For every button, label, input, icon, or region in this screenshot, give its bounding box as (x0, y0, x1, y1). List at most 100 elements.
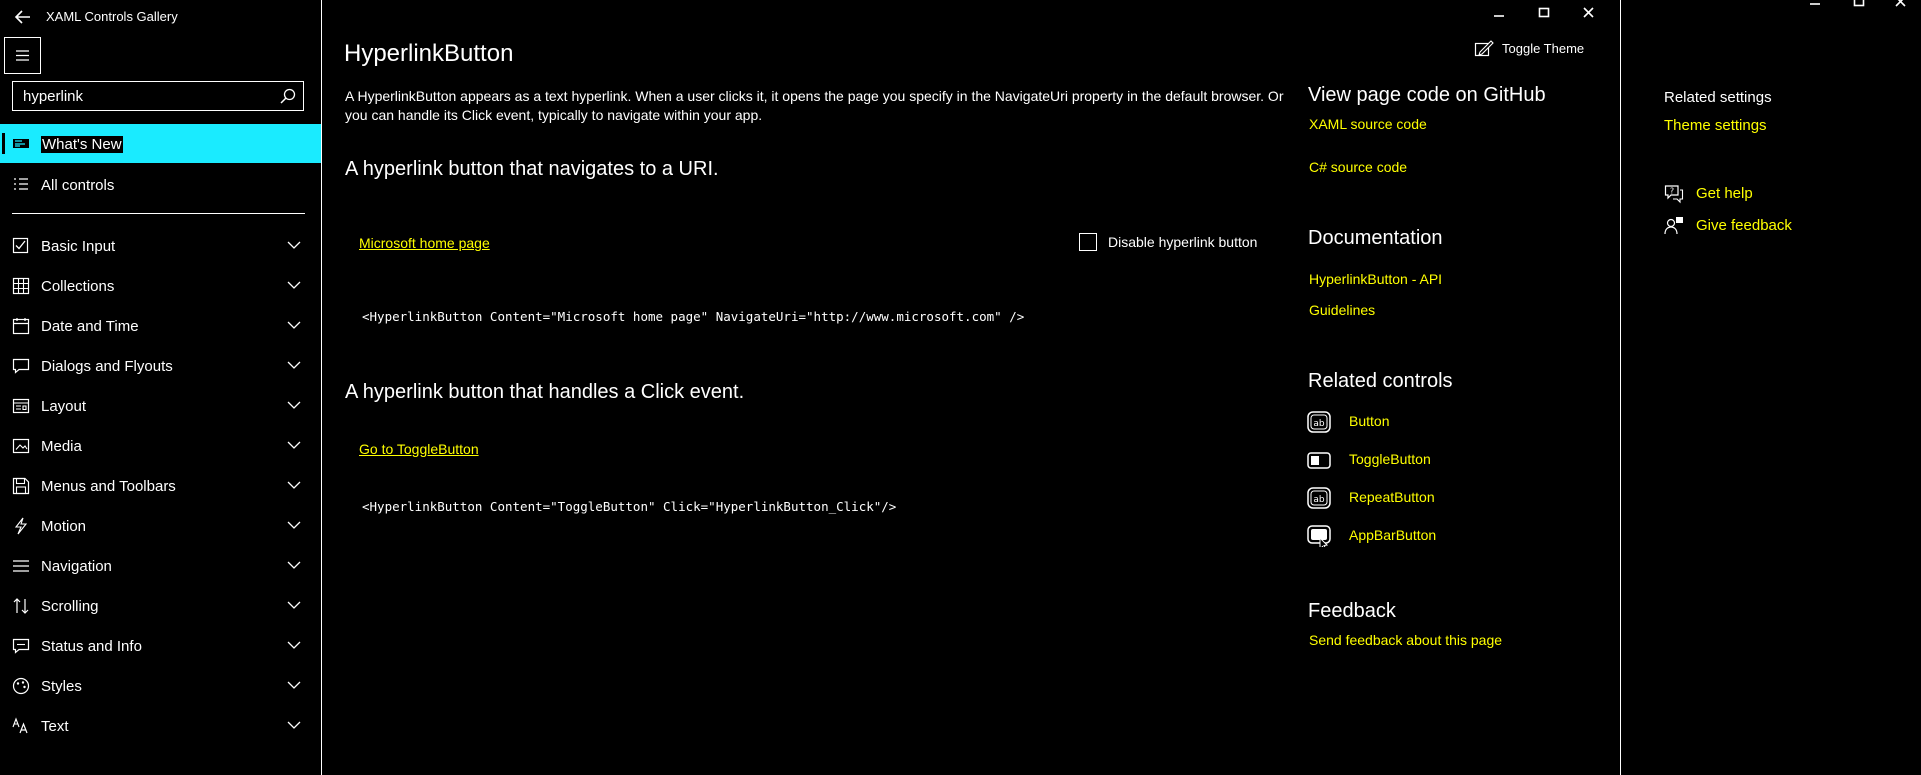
app-title: XAML Controls Gallery (46, 9, 178, 24)
nav-label-whats-new: What's New (41, 136, 123, 153)
api-link[interactable]: HyperlinkButton - API (1309, 271, 1442, 287)
microsoft-home-link[interactable]: Microsoft home page (359, 235, 490, 251)
palette-icon (12, 677, 30, 695)
back-arrow-icon (14, 10, 30, 24)
nav-label: Dialogs and Flyouts (41, 358, 173, 375)
guidelines-link[interactable]: Guidelines (1309, 302, 1375, 318)
search-input[interactable] (13, 82, 273, 110)
related-control-label: AppBarButton (1349, 527, 1437, 543)
chevron-down-icon (287, 241, 301, 249)
svg-text:ab: ab (1313, 495, 1325, 505)
chevron-down-icon (287, 681, 301, 689)
pane-close-button[interactable] (1888, 0, 1914, 18)
nav-item-date-and-time[interactable]: Date and Time (0, 308, 321, 344)
nav-label: Menus and Toolbars (41, 478, 176, 495)
chat-bubble-icon (12, 358, 30, 374)
checkbox-label: Disable hyperlink button (1108, 234, 1258, 250)
nav-item-media[interactable]: Media (0, 428, 321, 464)
appbar-button-icon (1307, 525, 1331, 547)
nav-label: Styles (41, 678, 82, 695)
nav-label: Motion (41, 518, 87, 535)
nav-label: Text (41, 718, 69, 735)
button-icon: ab (1307, 411, 1331, 433)
go-to-togglebutton-link[interactable]: Go to ToggleButton (359, 441, 479, 457)
nav-label: Scrolling (41, 598, 99, 615)
search-icon (280, 88, 296, 104)
close-button[interactable] (1576, 1, 1602, 27)
nav-label: Media (41, 438, 82, 455)
nav-item-menus-and-toolbars[interactable]: Menus and Toolbars (0, 468, 321, 504)
example-heading: A hyperlink button that handles a Click … (345, 381, 745, 403)
status-bubble-icon (12, 638, 30, 654)
list-icon (14, 178, 28, 190)
code-sample: <HyperlinkButton Content="ToggleButton" … (362, 499, 897, 514)
nav-label: Navigation (41, 558, 112, 575)
chevron-down-icon (287, 361, 301, 369)
nav-item-text[interactable]: Text (0, 708, 321, 744)
nav-item-status-and-info[interactable]: Status and Info (0, 628, 321, 664)
close-icon (1583, 7, 1594, 18)
chevron-down-icon (287, 481, 301, 489)
nav-label: All controls (41, 177, 115, 194)
hamburger-button[interactable] (4, 37, 41, 74)
toggle-switch-icon (1307, 452, 1331, 469)
nav-divider (12, 213, 305, 214)
search-box (12, 81, 304, 111)
pane-maximize-button[interactable] (1846, 0, 1872, 18)
minimize-button[interactable] (1486, 1, 1512, 27)
example-heading: A hyperlink button that navigates to a U… (345, 158, 719, 180)
nav-item-all-controls[interactable]: All controls (0, 167, 321, 203)
page-description: A HyperlinkButton appears as a text hype… (345, 88, 1284, 123)
documentation-heading: Documentation (1308, 227, 1443, 249)
back-button[interactable] (10, 4, 36, 30)
related-control-label: Button (1349, 413, 1390, 429)
nav-item-whats-new[interactable]: What's New (0, 124, 321, 163)
pane-minimize-button[interactable] (1802, 0, 1828, 18)
get-help-label: Get help (1696, 185, 1753, 202)
checkbox-icon (12, 237, 29, 254)
minimize-icon (1494, 15, 1504, 17)
maximize-button[interactable] (1531, 1, 1557, 27)
maximize-icon (1538, 7, 1550, 18)
selection-indicator (2, 133, 5, 154)
media-icon (12, 438, 30, 454)
chevron-down-icon (287, 601, 301, 609)
chevron-down-icon (287, 401, 301, 409)
nav-item-dialogs-and-flyouts[interactable]: Dialogs and Flyouts (0, 348, 321, 384)
chevron-down-icon (287, 641, 301, 649)
nav-label: Status and Info (41, 638, 142, 655)
close-icon (1895, 0, 1906, 7)
nav-item-navigation[interactable]: Navigation (0, 548, 321, 584)
svg-text:ab: ab (1313, 419, 1325, 429)
chevron-down-icon (287, 521, 301, 529)
feedback-heading: Feedback (1308, 600, 1396, 622)
code-sample: <HyperlinkButton Content="Microsoft home… (362, 309, 1025, 324)
page-title: HyperlinkButton (344, 40, 514, 67)
minimize-icon (1810, 3, 1820, 5)
chevron-down-icon (287, 721, 301, 729)
nav-item-styles[interactable]: Styles (0, 668, 321, 704)
button-icon: ab (1307, 487, 1331, 509)
checkbox-box[interactable] (1079, 233, 1097, 251)
nav-item-basic-input[interactable]: Basic Input (0, 228, 321, 264)
calendar-icon (12, 318, 30, 335)
maximize-icon (1853, 0, 1865, 7)
chevron-down-icon (287, 281, 301, 289)
nav-item-collections[interactable]: Collections (0, 268, 321, 304)
nav-label: Basic Input (41, 238, 116, 255)
chevron-down-icon (287, 441, 301, 449)
lightning-icon (14, 517, 28, 535)
nav-item-layout[interactable]: Layout (0, 388, 321, 424)
toggle-theme-label: Toggle Theme (1502, 41, 1585, 56)
nav-item-motion[interactable]: Motion (0, 508, 321, 544)
search-button[interactable] (279, 87, 297, 105)
help-chat-icon: ? (1664, 185, 1684, 204)
send-feedback-link[interactable]: Send feedback about this page (1309, 632, 1502, 648)
xaml-source-link[interactable]: XAML source code (1309, 116, 1427, 132)
chevron-down-icon (287, 321, 301, 329)
theme-settings-link[interactable]: Theme settings (1664, 117, 1767, 134)
scroll-arrows-icon (13, 598, 29, 614)
nav-item-scrolling[interactable]: Scrolling (0, 588, 321, 624)
csharp-source-link[interactable]: C# source code (1309, 159, 1407, 175)
font-icon (12, 717, 28, 734)
